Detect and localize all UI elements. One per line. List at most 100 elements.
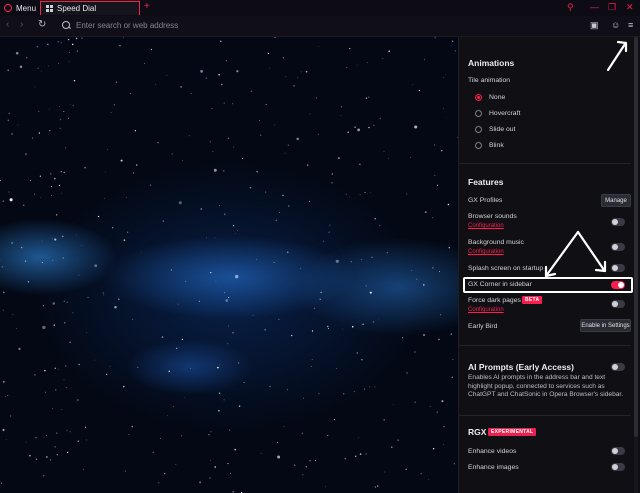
star — [236, 70, 239, 73]
star — [124, 470, 126, 472]
star — [176, 347, 178, 350]
star — [274, 124, 275, 126]
star — [114, 306, 117, 309]
star — [356, 352, 358, 354]
browser-sounds-toggle[interactable] — [611, 218, 625, 226]
radio-slide-out[interactable] — [475, 126, 482, 133]
star — [220, 40, 222, 43]
star — [155, 84, 157, 86]
star — [275, 219, 277, 221]
star — [265, 191, 267, 193]
ai-prompts-toggle[interactable] — [611, 363, 625, 371]
star — [441, 400, 444, 403]
star — [223, 399, 225, 401]
star — [34, 86, 36, 88]
star — [402, 337, 404, 339]
star — [282, 57, 284, 59]
address-bar: ‹ › ↻ ▣ ☺ ≡ — [0, 16, 640, 37]
force-dark-toggle[interactable] — [611, 300, 625, 308]
star — [56, 454, 58, 456]
star — [119, 45, 121, 47]
star — [63, 110, 65, 113]
star — [52, 259, 54, 261]
star — [141, 252, 142, 253]
star — [132, 318, 134, 321]
background-music-configuration-link[interactable]: Configuration — [468, 249, 504, 255]
star — [234, 448, 237, 451]
star — [71, 43, 74, 46]
star — [120, 159, 123, 162]
star — [228, 325, 229, 327]
star — [157, 142, 159, 144]
star — [364, 388, 366, 390]
search-icon — [62, 21, 70, 29]
star — [110, 112, 112, 114]
account-icon[interactable]: ☺ — [611, 20, 620, 30]
star — [374, 386, 376, 388]
enhance-videos-toggle[interactable] — [611, 447, 625, 455]
tab-speed-dial[interactable]: Speed Dial — [40, 1, 140, 15]
minimize-icon[interactable]: — — [590, 2, 599, 12]
background-music-toggle[interactable] — [611, 243, 625, 251]
new-tab-button[interactable]: + — [144, 1, 150, 12]
maximize-icon[interactable]: ❐ — [608, 2, 616, 13]
star — [210, 459, 211, 461]
scrollbar-thumb[interactable] — [634, 37, 638, 437]
star — [77, 399, 79, 401]
star — [129, 92, 132, 95]
star — [84, 167, 86, 169]
star — [359, 163, 361, 165]
search-tabs-icon[interactable]: ⚲ — [567, 2, 574, 13]
star — [2, 309, 4, 311]
star — [432, 448, 435, 450]
star — [406, 372, 408, 374]
close-icon[interactable]: ✕ — [626, 2, 634, 13]
star — [305, 466, 307, 468]
star — [235, 274, 239, 279]
star — [112, 227, 114, 229]
star — [318, 46, 320, 48]
star — [424, 59, 426, 61]
star — [256, 171, 258, 173]
radio-blink[interactable] — [475, 142, 482, 149]
star — [53, 324, 56, 326]
star — [35, 437, 37, 439]
star — [5, 439, 7, 441]
force-dark-configuration-link[interactable]: Configuration — [468, 307, 504, 313]
enhance-images-label: Enhance images — [468, 464, 519, 471]
star — [105, 171, 106, 173]
scrollbar[interactable] — [634, 37, 638, 493]
reload-icon[interactable]: ↻ — [38, 19, 46, 30]
address-input[interactable] — [76, 19, 436, 32]
star — [212, 151, 214, 153]
manage-button[interactable]: Manage — [601, 194, 631, 207]
star — [103, 294, 105, 296]
browser-sounds-configuration-link[interactable]: Configuration — [468, 223, 504, 229]
star — [376, 485, 379, 487]
star — [349, 48, 351, 50]
star — [309, 113, 311, 115]
early-bird-label: Early Bird — [468, 323, 498, 330]
easy-setup-icon[interactable]: ≡ — [628, 20, 633, 30]
radio-hovercraft[interactable] — [475, 110, 482, 117]
radio-none[interactable] — [475, 94, 482, 101]
enhance-images-toggle[interactable] — [611, 463, 625, 471]
splash-screen-toggle[interactable] — [611, 264, 625, 272]
star — [210, 271, 212, 274]
star — [18, 347, 21, 351]
star — [43, 475, 45, 477]
menu-button[interactable]: Menu — [4, 2, 36, 14]
star — [436, 184, 439, 186]
forward-icon[interactable]: › — [20, 19, 23, 30]
enable-in-settings-button[interactable]: Enable in Settings — [580, 319, 631, 332]
radio-label-blink: Blink — [489, 142, 504, 149]
snapshot-icon[interactable]: ▣ — [590, 20, 599, 31]
star — [443, 107, 445, 109]
star — [63, 322, 66, 324]
back-icon[interactable]: ‹ — [6, 19, 9, 30]
star — [445, 74, 446, 76]
star — [274, 37, 276, 39]
star — [285, 76, 287, 77]
tab-bar: Menu Speed Dial + ⚲ — ❐ ✕ — [0, 0, 640, 17]
star — [356, 64, 358, 66]
